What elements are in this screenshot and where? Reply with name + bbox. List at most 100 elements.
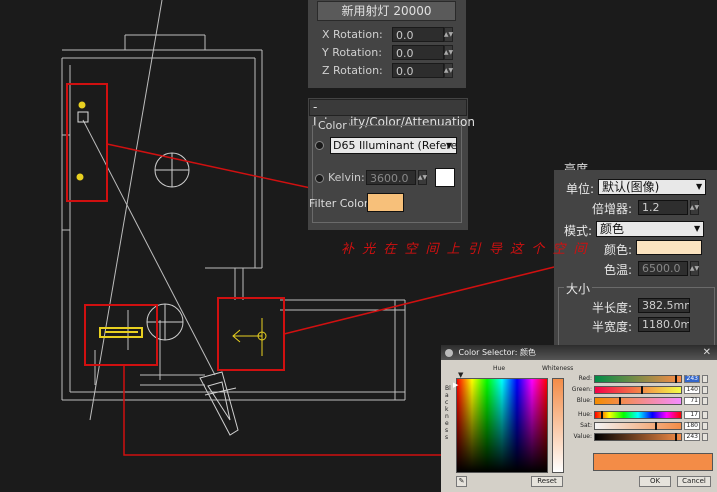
red-label: Red: — [578, 375, 592, 382]
temperature-label: 色温: — [604, 263, 633, 277]
filter-color-label: Filter Color: — [309, 197, 372, 210]
temperature-spinner[interactable]: ▲▼ — [690, 261, 699, 276]
hue-spinner[interactable] — [702, 411, 708, 419]
value-spinner[interactable] — [702, 433, 708, 441]
brightness-header: 亮度 — [564, 162, 589, 170]
result-color-swatch — [593, 453, 713, 471]
value-label: Value: — [573, 433, 593, 440]
app-icon — [445, 348, 453, 357]
mode-label: 模式: — [564, 224, 593, 238]
mode-dropdown[interactable]: 颜色 — [596, 221, 704, 237]
reset-button[interactable]: Reset — [531, 476, 563, 487]
temperature-field[interactable]: 6500.0 — [638, 261, 688, 276]
kelvin-field[interactable]: 3600.0 — [366, 170, 416, 185]
preset-dropdown[interactable]: D65 Illuminant (Refere — [330, 137, 457, 154]
multiplier-field[interactable]: 1.2 — [638, 200, 688, 215]
blackness-label: Blackness — [445, 385, 451, 441]
red-spinner[interactable] — [702, 375, 708, 383]
annotation-text: 补 光 在 空 间 上 引 导 这 个 空 间 — [341, 242, 589, 257]
color-selector-title: Color Selector: 颜色 — [458, 348, 536, 357]
chevron-down-icon: ▼ — [446, 141, 453, 150]
unit-chevron-down-icon: ▼ — [696, 182, 703, 191]
vray-light-panel: 亮度 单位: 默认(图像) ▼ 倍增器: 1.2 ▲▼ 模式: 颜色 ▼ 颜色:… — [554, 162, 717, 347]
whiteness-marker-icon[interactable]: ▶ — [453, 381, 458, 389]
z-rotation-row: Z Rotation: 0.0 ▲▼ — [322, 63, 453, 78]
whiteness-slider[interactable] — [552, 378, 564, 473]
green-slider-thumb[interactable] — [641, 386, 643, 394]
light-name-button[interactable]: 新用射灯 20000 — [317, 1, 456, 21]
mode-chevron-down-icon: ▼ — [694, 224, 701, 233]
intensity-rollout-header[interactable]: - Intensity/Color/Attenuation — [309, 99, 475, 129]
camera-target-line — [82, 0, 216, 421]
red-value-field[interactable]: 243 — [684, 375, 700, 383]
x-rotation-label: X Rotation: — [322, 28, 383, 41]
sat-label: Sat: — [580, 422, 592, 429]
hue-slider[interactable] — [594, 411, 682, 419]
multiplier-label: 倍增器: — [592, 202, 633, 216]
sat-value-field[interactable]: 180 — [684, 422, 700, 430]
multiplier-spinner[interactable]: ▲▼ — [690, 200, 699, 215]
sat-slider-thumb[interactable] — [655, 422, 657, 430]
whiteness-label: Whiteness — [542, 365, 574, 372]
z-rotation-spinner[interactable]: ▲▼ — [444, 63, 453, 78]
value-value-field[interactable]: 243 — [684, 433, 700, 441]
y-rotation-field[interactable]: 0.0 — [392, 45, 444, 60]
value-slider[interactable] — [594, 433, 682, 441]
camera-icon — [199, 371, 239, 436]
half-length-field[interactable]: 382.5mm — [638, 298, 690, 313]
blue-spinner[interactable] — [702, 397, 708, 405]
x-rotation-field[interactable]: 0.0 — [392, 27, 444, 42]
x-rotation-row: X Rotation: 0.0 ▲▼ — [322, 27, 453, 42]
cancel-button[interactable]: Cancel — [677, 476, 711, 487]
unit-dropdown[interactable]: 默认(图像) — [598, 179, 706, 195]
blue-label: Blue: — [576, 397, 592, 404]
x-rotation-spinner[interactable]: ▲▼ — [444, 27, 453, 42]
kelvin-spinner[interactable]: ▲▼ — [418, 170, 427, 185]
z-rotation-field[interactable]: 0.0 — [392, 63, 444, 78]
y-rotation-spinner[interactable]: ▲▼ — [444, 45, 453, 60]
close-icon[interactable]: ✕ — [703, 345, 711, 360]
color-swatch[interactable] — [636, 240, 702, 255]
green-label: Green: — [571, 386, 592, 393]
kelvin-color-swatch[interactable] — [435, 168, 455, 187]
unit-label: 单位: — [566, 182, 595, 196]
half-width-field[interactable]: 1180.0mn — [638, 317, 690, 332]
half-length-label: 半长度: — [592, 301, 633, 315]
kelvin-radio[interactable] — [315, 174, 324, 183]
green-spinner[interactable] — [702, 386, 708, 394]
red-slider-thumb[interactable] — [675, 375, 677, 383]
hue-blackness-field[interactable] — [456, 378, 548, 473]
blue-slider[interactable] — [594, 397, 682, 405]
green-value-field[interactable]: 140 — [684, 386, 700, 394]
color-selector-title-bar: Color Selector: 颜色 ✕ — [441, 345, 717, 360]
half-width-label: 半宽度: — [592, 320, 633, 334]
kelvin-label: Kelvin: — [328, 171, 365, 184]
light-properties-panel: 新用射灯 20000 X Rotation: 0.0 ▲▼ Y Rotation… — [308, 0, 466, 88]
blue-slider-thumb[interactable] — [619, 397, 621, 405]
sat-slider[interactable] — [594, 422, 682, 430]
ok-button[interactable]: OK — [639, 476, 671, 487]
y-rotation-row: Y Rotation: 0.0 ▲▼ — [322, 45, 453, 60]
z-rotation-label: Z Rotation: — [322, 64, 383, 77]
red-slider[interactable] — [594, 375, 682, 383]
preset-radio[interactable] — [315, 141, 324, 150]
intensity-rollout: - Intensity/Color/Attenuation Color D65 … — [308, 98, 475, 230]
unit-value: 默认(图像) — [602, 180, 660, 194]
value-slider-thumb[interactable] — [675, 433, 677, 441]
light-gizmos — [76, 101, 267, 356]
mode-value: 颜色 — [600, 222, 625, 236]
eyedropper-icon[interactable]: ✎ — [456, 476, 467, 487]
hue-label: Hue: — [577, 411, 592, 418]
hue-label: Hue — [493, 365, 506, 372]
y-rotation-label: Y Rotation: — [322, 46, 382, 59]
hue-value-field[interactable]: 17 — [684, 411, 700, 419]
filter-color-swatch[interactable] — [367, 193, 404, 212]
color-label: 颜色: — [604, 243, 633, 257]
color-group-label: Color — [316, 119, 349, 132]
color-selector-dialog: Color Selector: 颜色 ✕ Hue Whiteness Black… — [441, 345, 717, 492]
hue-slider-thumb[interactable] — [601, 411, 603, 419]
green-slider[interactable] — [594, 386, 682, 394]
sat-spinner[interactable] — [702, 422, 708, 430]
preset-value: D65 Illuminant (Refere — [333, 139, 457, 152]
blue-value-field[interactable]: 71 — [684, 397, 700, 405]
